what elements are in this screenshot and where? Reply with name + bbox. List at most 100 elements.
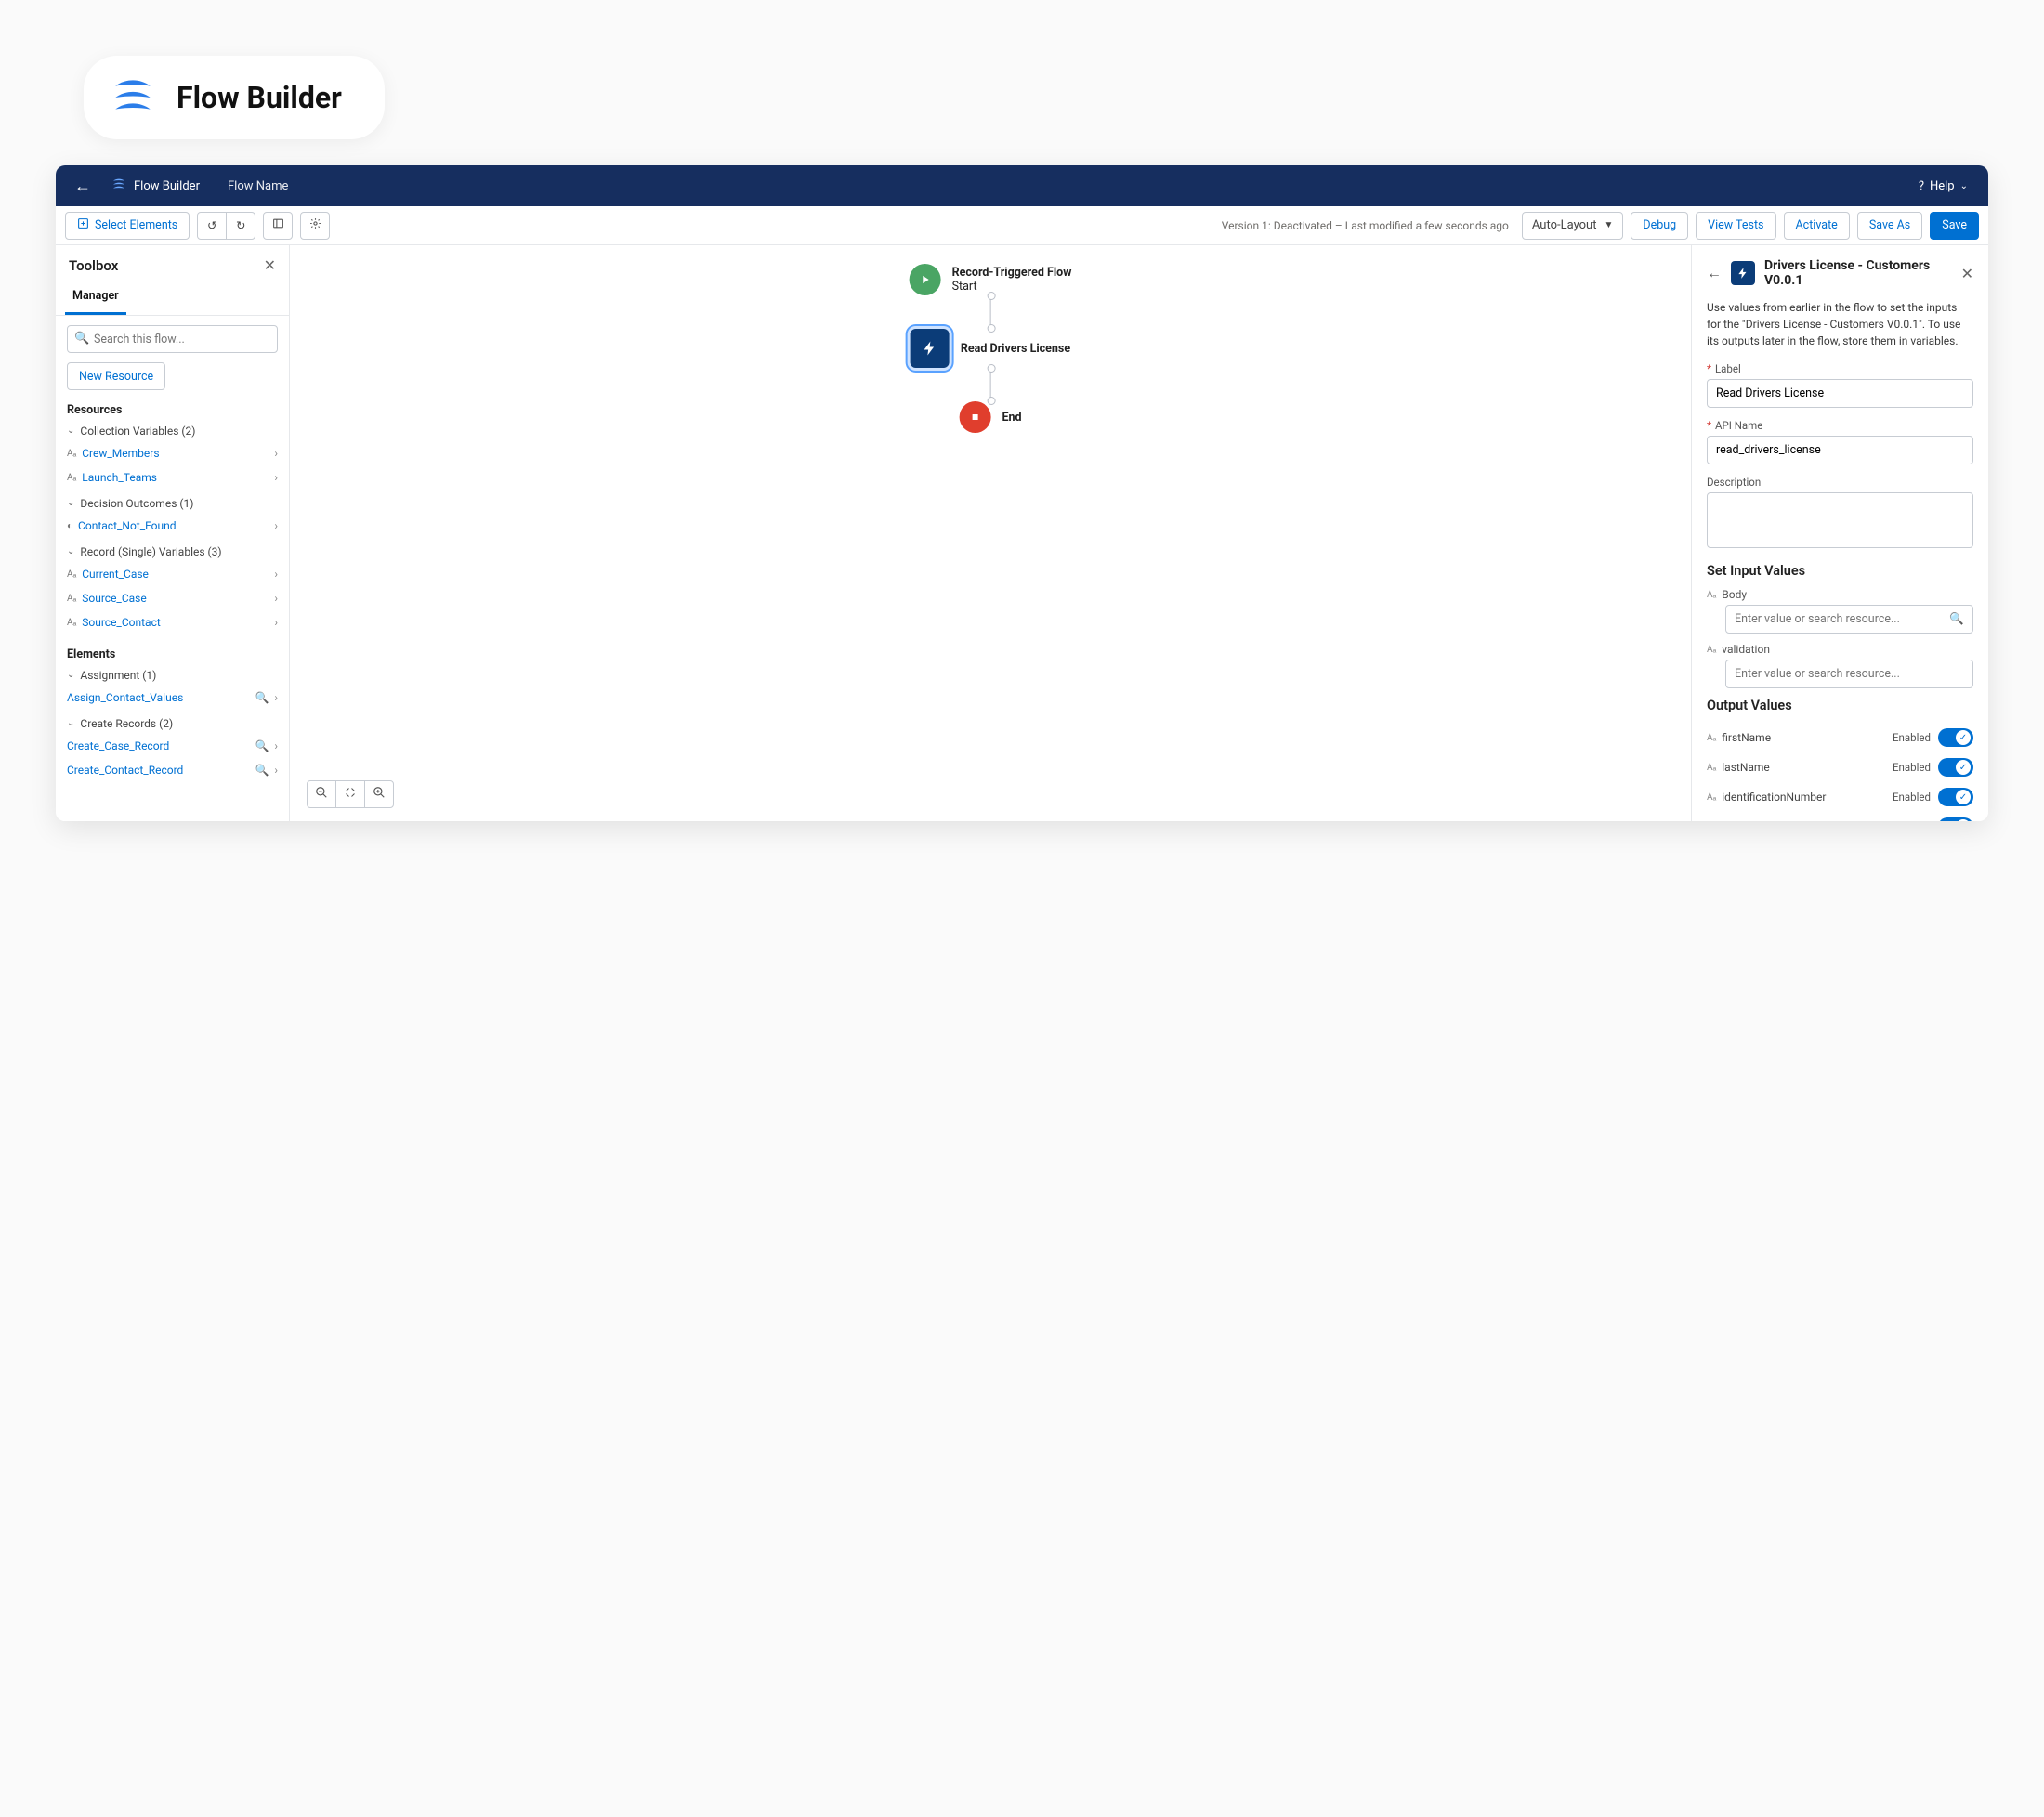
- element-item[interactable]: Create_Contact_Record🔍›: [67, 758, 278, 782]
- toolbox-search-input[interactable]: [67, 325, 278, 353]
- element-item[interactable]: Assign_Contact_Values🔍›: [67, 686, 278, 710]
- flow-logo-small-icon: [111, 176, 126, 195]
- connector[interactable]: [989, 295, 990, 329]
- chevron-down-icon: ⌄: [67, 498, 74, 508]
- chevron-down-icon: ⌄: [67, 670, 74, 680]
- properties-panel: ← Drivers License - Customers V0.0.1 ✕ U…: [1691, 245, 1988, 821]
- select-elements-label: Select Elements: [95, 218, 177, 232]
- debug-button[interactable]: Debug: [1631, 212, 1688, 240]
- zoom-out-button[interactable]: [307, 780, 336, 808]
- fit-icon: [345, 787, 356, 802]
- set-inputs-heading: Set Input Values: [1707, 563, 1973, 579]
- group-collection-variables[interactable]: ⌄Collection Variables (2): [67, 425, 278, 438]
- search-icon[interactable]: 🔍: [255, 764, 269, 777]
- element-item[interactable]: Create_Case_Record🔍›: [67, 734, 278, 758]
- input-body-label: Body: [1722, 588, 1747, 601]
- resource-item[interactable]: AₐLaunch_Teams›: [67, 465, 278, 490]
- chevron-right-icon: ›: [274, 568, 278, 581]
- text-type-icon: Aₐ: [67, 569, 76, 580]
- enabled-label: Enabled: [1893, 791, 1931, 804]
- save-as-button[interactable]: Save As: [1857, 212, 1922, 240]
- group-decision-outcomes[interactable]: ⌄Decision Outcomes (1): [67, 497, 278, 510]
- description-field[interactable]: [1707, 492, 1973, 548]
- toolbox-close-button[interactable]: ✕: [264, 256, 276, 274]
- gear-icon: [309, 217, 321, 233]
- group-record-vars[interactable]: ⌄Record (Single) Variables (3): [67, 545, 278, 558]
- search-icon[interactable]: 🔍: [255, 691, 269, 704]
- decision-icon: ◐: [67, 521, 72, 531]
- settings-button[interactable]: [300, 212, 330, 240]
- panel-back-button[interactable]: ←: [1707, 264, 1722, 282]
- toolbox-search: 🔍: [67, 325, 278, 353]
- flow-name-tab[interactable]: Flow Name: [213, 179, 303, 193]
- redo-button[interactable]: ↻: [226, 212, 256, 240]
- api-name-field[interactable]: [1707, 436, 1973, 464]
- activate-button[interactable]: Activate: [1784, 212, 1850, 240]
- tab-manager[interactable]: Manager: [65, 281, 126, 315]
- search-icon[interactable]: 🔍: [255, 739, 269, 752]
- chevron-down-icon: ⌄: [67, 425, 74, 436]
- output-toggle[interactable]: [1938, 788, 1973, 806]
- output-toggle[interactable]: [1938, 758, 1973, 777]
- layout-mode-select[interactable]: Auto-Layout ▼: [1522, 212, 1623, 240]
- start-node-title: Record-Triggered Flow: [952, 266, 1072, 280]
- play-icon: [910, 264, 941, 295]
- group-create-records[interactable]: ⌄Create Records (2): [67, 717, 278, 730]
- text-type-icon: Aₐ: [1707, 763, 1716, 773]
- chevron-down-icon: ⌄: [1960, 181, 1968, 191]
- start-node-sub: Start: [952, 280, 977, 294]
- zoom-in-button[interactable]: [364, 780, 394, 808]
- back-button[interactable]: ←: [67, 176, 98, 196]
- text-type-icon: Aₐ: [1707, 792, 1716, 803]
- text-type-icon: Aₐ: [67, 594, 76, 604]
- resource-item[interactable]: ◐Contact_Not_Found›: [67, 514, 278, 538]
- save-button[interactable]: Save: [1930, 212, 1979, 240]
- new-resource-button[interactable]: New Resource: [67, 362, 165, 390]
- text-type-icon: Aₐ: [1707, 733, 1716, 743]
- workspace: Toolbox ✕ Manager 🔍 New Resource Resourc…: [56, 245, 1988, 821]
- end-node-title: End: [1002, 411, 1021, 425]
- chevron-right-icon: ›: [274, 616, 278, 629]
- resource-item[interactable]: AₐSource_Contact›: [67, 610, 278, 634]
- help-icon: ?: [1919, 179, 1924, 193]
- output-row: AₐfirstNameEnabled: [1707, 723, 1973, 752]
- output-name: identificationNumber: [1722, 791, 1826, 804]
- help-menu[interactable]: ? Help ⌄: [1909, 179, 1977, 193]
- text-type-icon: Aₐ: [1707, 590, 1716, 600]
- search-icon: 🔍: [74, 332, 89, 346]
- zoom-fit-button[interactable]: [335, 780, 365, 808]
- undo-button[interactable]: ↺: [197, 212, 227, 240]
- resource-item[interactable]: AₐCrew_Members›: [67, 441, 278, 465]
- body-resource-input[interactable]: [1725, 605, 1973, 634]
- toggle-panel-button[interactable]: [263, 212, 293, 240]
- panel-close-button[interactable]: ✕: [1961, 265, 1973, 282]
- canvas[interactable]: Record-Triggered FlowStart Read Drivers …: [290, 245, 1691, 821]
- action-node[interactable]: Read Drivers License: [911, 329, 1070, 368]
- lightning-icon: [911, 329, 950, 368]
- help-label: Help: [1930, 179, 1955, 193]
- label-field[interactable]: [1707, 379, 1973, 408]
- chevron-down-icon: ⌄: [67, 718, 74, 728]
- product-title-pill: Flow Builder: [84, 56, 385, 139]
- end-node[interactable]: End: [959, 401, 1021, 433]
- chevron-right-icon: ›: [274, 691, 278, 704]
- output-name: lastName: [1722, 761, 1770, 774]
- resource-item[interactable]: AₐSource_Case›: [67, 586, 278, 610]
- connector[interactable]: [989, 368, 990, 401]
- description-field-label: Description: [1707, 476, 1761, 489]
- chevron-right-icon: ›: [274, 739, 278, 752]
- start-node[interactable]: Record-Triggered FlowStart: [910, 264, 1072, 295]
- api-name-field-label: API Name: [1715, 419, 1762, 432]
- app-brand-label: Flow Builder: [134, 179, 200, 193]
- output-toggle[interactable]: [1938, 728, 1973, 747]
- zoom-controls: [307, 780, 394, 808]
- output-toggle[interactable]: [1938, 817, 1973, 821]
- toolbox-panel: Toolbox ✕ Manager 🔍 New Resource Resourc…: [56, 245, 290, 821]
- group-assignment[interactable]: ⌄Assignment (1): [67, 669, 278, 682]
- resource-item[interactable]: AₐCurrent_Case›: [67, 562, 278, 586]
- view-tests-button[interactable]: View Tests: [1696, 212, 1775, 240]
- app-brand[interactable]: Flow Builder: [98, 176, 213, 195]
- select-elements-button[interactable]: Select Elements: [65, 212, 190, 240]
- validation-resource-input[interactable]: [1725, 660, 1973, 688]
- chevron-right-icon: ›: [274, 471, 278, 484]
